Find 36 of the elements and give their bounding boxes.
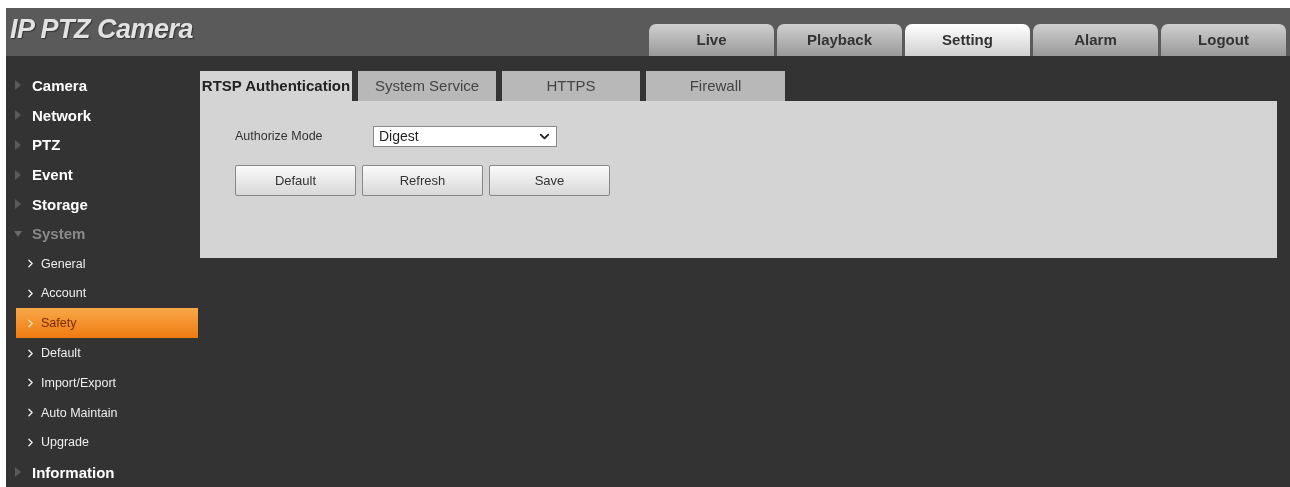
sidebar-item[interactable]: Event — [6, 159, 198, 190]
tab[interactable]: RTSP Authentication — [200, 70, 352, 101]
sidebar-subitem[interactable]: Import/Export — [16, 367, 198, 398]
sidebar-item[interactable]: Information — [6, 457, 198, 487]
sidebar-item[interactable]: Storage — [6, 189, 198, 220]
tab[interactable]: HTTPS — [502, 70, 640, 101]
sidebar-subitem[interactable]: Default — [16, 338, 198, 368]
triangle-icon — [14, 467, 22, 478]
tab[interactable]: Firewall — [646, 70, 785, 101]
sidebar-item[interactable]: Camera — [6, 70, 198, 101]
sidebar-item[interactable]: Network — [6, 100, 198, 130]
triangle-icon — [14, 199, 22, 210]
nav-tab[interactable]: Setting — [905, 23, 1030, 56]
app-logo-title: IP PTZ Camera — [10, 14, 194, 45]
sidebar-item[interactable]: System — [6, 219, 198, 249]
tab[interactable]: System Service — [358, 70, 496, 101]
triangle-icon — [14, 228, 22, 239]
mode-select[interactable]: Digest — [373, 125, 557, 147]
triangle-icon — [14, 139, 22, 150]
sidebar-subitem[interactable]: Safety — [16, 308, 198, 339]
triangle-icon — [14, 80, 22, 91]
action-button[interactable]: Default — [235, 164, 356, 196]
sidebar-subitem[interactable]: Upgrade — [16, 427, 198, 458]
nav-tab[interactable]: Alarm — [1033, 23, 1158, 56]
nav-tab[interactable]: Logout — [1161, 23, 1286, 56]
nav-tab[interactable]: Playback — [777, 23, 902, 56]
action-button[interactable]: Save — [489, 164, 610, 196]
triangle-icon — [14, 110, 22, 121]
triangle-icon — [14, 169, 22, 180]
sidebar-subitem[interactable]: Auto Maintain — [16, 397, 198, 428]
sidebar-item[interactable]: PTZ — [6, 130, 198, 160]
sidebar-subitem[interactable]: Account — [16, 278, 198, 309]
nav-tab[interactable]: Live — [649, 23, 774, 56]
field-label: Authorize Mode — [235, 129, 324, 144]
sidebar-subitem[interactable]: General — [16, 248, 198, 279]
action-button[interactable]: Refresh — [362, 164, 483, 196]
